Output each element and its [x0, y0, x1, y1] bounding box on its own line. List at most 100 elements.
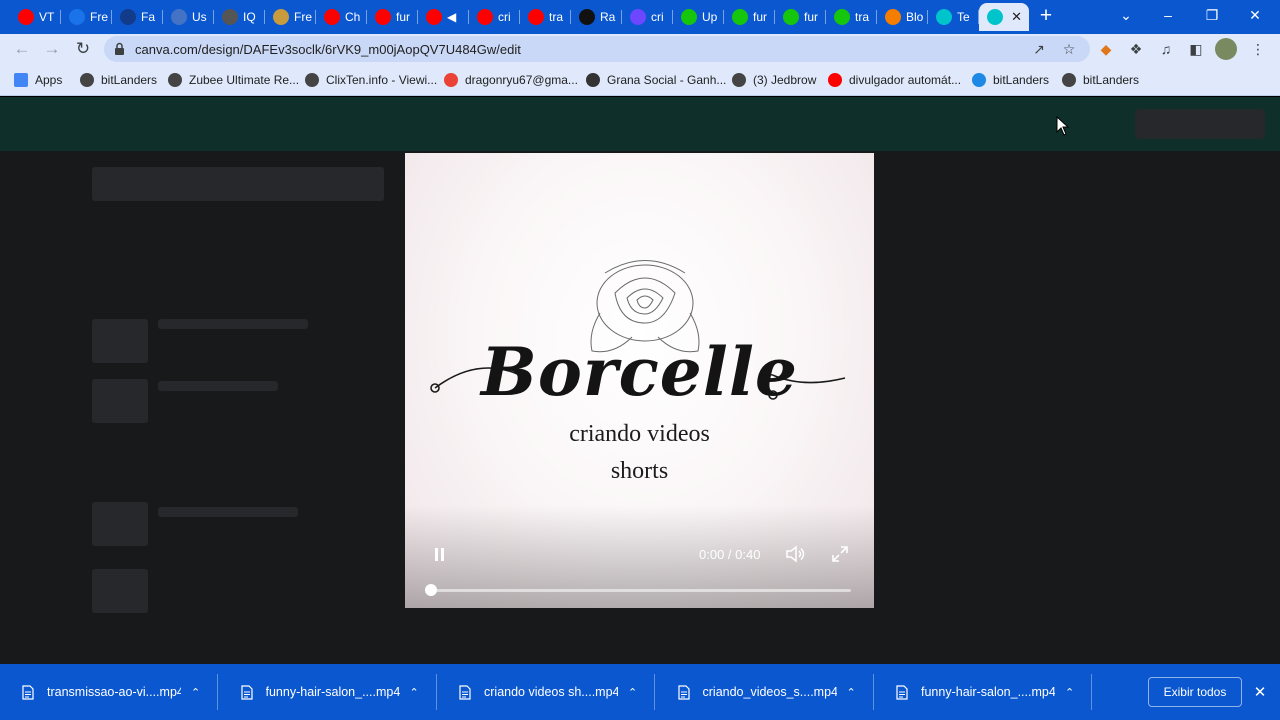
bookmark-label: ClixTen.info - Viewi... — [326, 73, 438, 87]
tab-title: fur — [804, 10, 819, 24]
download-item[interactable]: criando videos sh....mp4 ⌃ — [437, 664, 655, 720]
tab-strip: VT Fre Fa Us IQ Fre Ch fur ◀ cri tra Ra cri Up fur fur t… — [0, 0, 1280, 34]
chevron-up-icon[interactable]: ⌃ — [191, 686, 200, 699]
diamond-icon — [630, 9, 646, 25]
share-icon[interactable]: ↗ — [1029, 39, 1049, 59]
bookmark-item[interactable]: Apps — [14, 71, 62, 89]
tab[interactable]: VT — [10, 3, 61, 31]
tab[interactable]: cri — [622, 3, 673, 31]
chevron-up-icon[interactable]: ⌃ — [1065, 686, 1074, 699]
bookmark-label: Apps — [35, 73, 63, 87]
maximize-button[interactable]: ❐ — [1192, 2, 1232, 28]
bookmark-item[interactable]: divulgador automát... — [828, 71, 961, 89]
download-item[interactable]: funny-hair-salon_....mp4 ⌃ — [219, 664, 437, 720]
seek-bar-handle[interactable] — [425, 584, 437, 596]
forward-button[interactable]: → — [40, 37, 64, 61]
arrow-left-icon: ← — [13, 39, 31, 58]
download-item[interactable]: funny-hair-salon_....mp4 ⌃ — [874, 664, 1092, 720]
tab[interactable]: Fre — [265, 3, 316, 31]
bookmark-item[interactable]: (3) Jedbrow — [732, 71, 816, 89]
bookmark-item[interactable]: bitLanders — [1062, 71, 1139, 89]
tab[interactable]: Ra — [571, 3, 622, 31]
minimize-button[interactable]: – — [1148, 2, 1188, 28]
tab[interactable]: Fre — [61, 3, 112, 31]
tab[interactable]: ◀ — [418, 3, 469, 31]
chevron-up-icon[interactable]: ⌃ — [847, 686, 856, 699]
tab-title: tra — [549, 10, 564, 24]
canva-thumbnail — [92, 319, 148, 363]
bookmark-label: divulgador automát... — [849, 73, 962, 87]
bookmark-item[interactable]: Grana Social - Ganh... — [586, 71, 726, 89]
image-icon — [273, 9, 289, 25]
pause-button[interactable] — [433, 548, 447, 562]
volume-icon[interactable] — [785, 545, 805, 563]
tab[interactable]: tra — [826, 3, 877, 31]
fullscreen-icon[interactable] — [831, 545, 849, 563]
back-button[interactable]: ← — [10, 37, 34, 61]
tab[interactable]: Us — [163, 3, 214, 31]
address-bar[interactable]: canva.com/design/DAFEv3soclk/6rVK9_m00jA… — [104, 36, 1090, 62]
tab[interactable]: Te — [928, 3, 979, 31]
tab-list: VT Fre Fa Us IQ Fre Ch fur ◀ cri tra Ra cri Up fur fur t… — [10, 3, 1029, 31]
tab[interactable]: fur — [367, 3, 418, 31]
bookmark-item[interactable]: Zubee Ultimate Re... — [168, 71, 299, 89]
pause-icon — [435, 548, 438, 561]
avatar[interactable] — [1215, 38, 1237, 60]
lock-icon — [115, 42, 124, 55]
bookmark-item[interactable]: bitLanders — [972, 71, 1049, 89]
chevron-up-icon[interactable]: ⌃ — [628, 686, 637, 699]
pause-icon — [441, 548, 444, 561]
tab-title: Ch — [345, 10, 361, 24]
close-window-button[interactable]: ✕ — [1235, 2, 1275, 28]
reload-button[interactable]: ↻ — [71, 37, 95, 61]
close-tab-icon[interactable]: ✕ — [1011, 9, 1022, 25]
download-filename: criando videos sh....mp4 — [484, 685, 618, 699]
download-item[interactable]: criando_videos_s....mp4 ⌃ — [656, 664, 874, 720]
close-download-bar-button[interactable]: ✕ — [1250, 680, 1270, 704]
extensions-icon[interactable]: ❖ — [1126, 39, 1146, 59]
p-icon — [120, 9, 136, 25]
bookmark-item[interactable]: ClixTen.info - Viewi... — [305, 71, 437, 89]
video-player[interactable]: Borcelle criando videos shorts 0:00 / 0:… — [405, 153, 874, 608]
tab-active[interactable]: ✕ — [979, 3, 1029, 31]
play-circle-icon — [681, 9, 697, 25]
tab[interactable]: cri — [469, 3, 520, 31]
tab[interactable]: tra — [520, 3, 571, 31]
bookmark-item[interactable]: dragonryu67@gma... — [444, 71, 578, 89]
youtube-icon — [426, 9, 442, 25]
tab-search-button[interactable]: ⌄ — [1106, 2, 1146, 28]
tab[interactable]: Up — [673, 3, 724, 31]
reload-icon: ↻ — [75, 39, 91, 58]
bookmark-item[interactable]: bitLanders — [80, 71, 157, 89]
tab[interactable]: Ch — [316, 3, 367, 31]
youtube-icon — [528, 9, 544, 25]
arrow-right-icon: → — [43, 39, 61, 58]
tab[interactable]: Fa — [112, 3, 163, 31]
download-item[interactable]: transmissao-ao-vi....mp4 ⌃ — [0, 664, 218, 720]
bookmarks-bar: Apps bitLanders Zubee Ultimate Re... ClixTe… — [0, 64, 1280, 96]
chevron-up-icon[interactable]: ⌃ — [410, 686, 419, 699]
canva-search-box — [92, 167, 384, 201]
tab[interactable]: IQ — [214, 3, 265, 31]
bookmark-label: bitLanders — [101, 73, 158, 87]
side-panel-icon[interactable]: ◧ — [1186, 39, 1206, 59]
file-icon — [896, 684, 908, 700]
tab[interactable]: fur — [724, 3, 775, 31]
tab[interactable]: fur — [775, 3, 826, 31]
tab-title: cri — [651, 10, 664, 24]
menu-icon[interactable]: ⋮ — [1248, 39, 1268, 59]
seek-bar[interactable] — [425, 584, 851, 596]
bookmark-label: (3) Jedbrow — [753, 73, 817, 87]
tab-title: Te — [957, 10, 970, 24]
media-controls-icon[interactable]: ♫ — [1156, 39, 1176, 59]
show-all-downloads-button[interactable]: Exibir todos — [1148, 677, 1242, 707]
globe-icon — [222, 9, 238, 25]
canva-text-line — [158, 507, 298, 517]
tab[interactable]: Blo — [877, 3, 928, 31]
canva-thumbnail — [92, 569, 148, 613]
bookmark-star-icon[interactable]: ☆ — [1059, 39, 1079, 59]
bitlanders-icon — [972, 73, 986, 87]
metamask-icon[interactable]: ◆ — [1096, 39, 1116, 59]
canva-share-button — [1135, 109, 1265, 139]
new-tab-button[interactable]: + — [1035, 4, 1057, 28]
